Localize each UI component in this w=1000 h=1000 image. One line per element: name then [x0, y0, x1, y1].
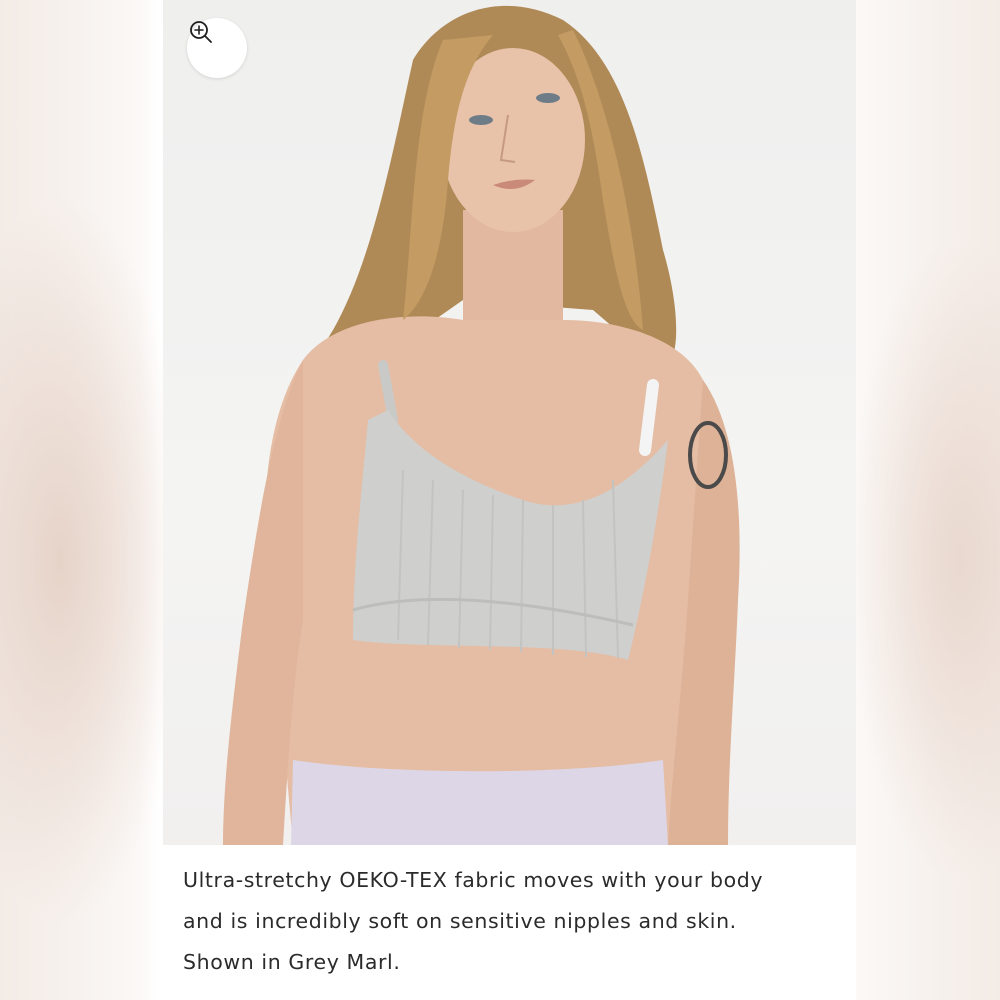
caption-line-3: Shown in Grey Marl.	[183, 950, 401, 974]
model-illustration	[223, 5, 740, 845]
product-photo[interactable]	[163, 0, 856, 845]
zoom-button[interactable]	[187, 18, 247, 78]
zoom-in-icon	[190, 21, 212, 43]
product-caption: Ultra-stretchy OEKO-TEX fabric moves wit…	[183, 860, 843, 983]
caption-line-1: Ultra-stretchy OEKO-TEX fabric moves wit…	[183, 868, 764, 892]
product-card: Ultra-stretchy OEKO-TEX fabric moves wit…	[163, 0, 856, 1000]
caption-line-2: and is incredibly soft on sensitive nipp…	[183, 909, 737, 933]
